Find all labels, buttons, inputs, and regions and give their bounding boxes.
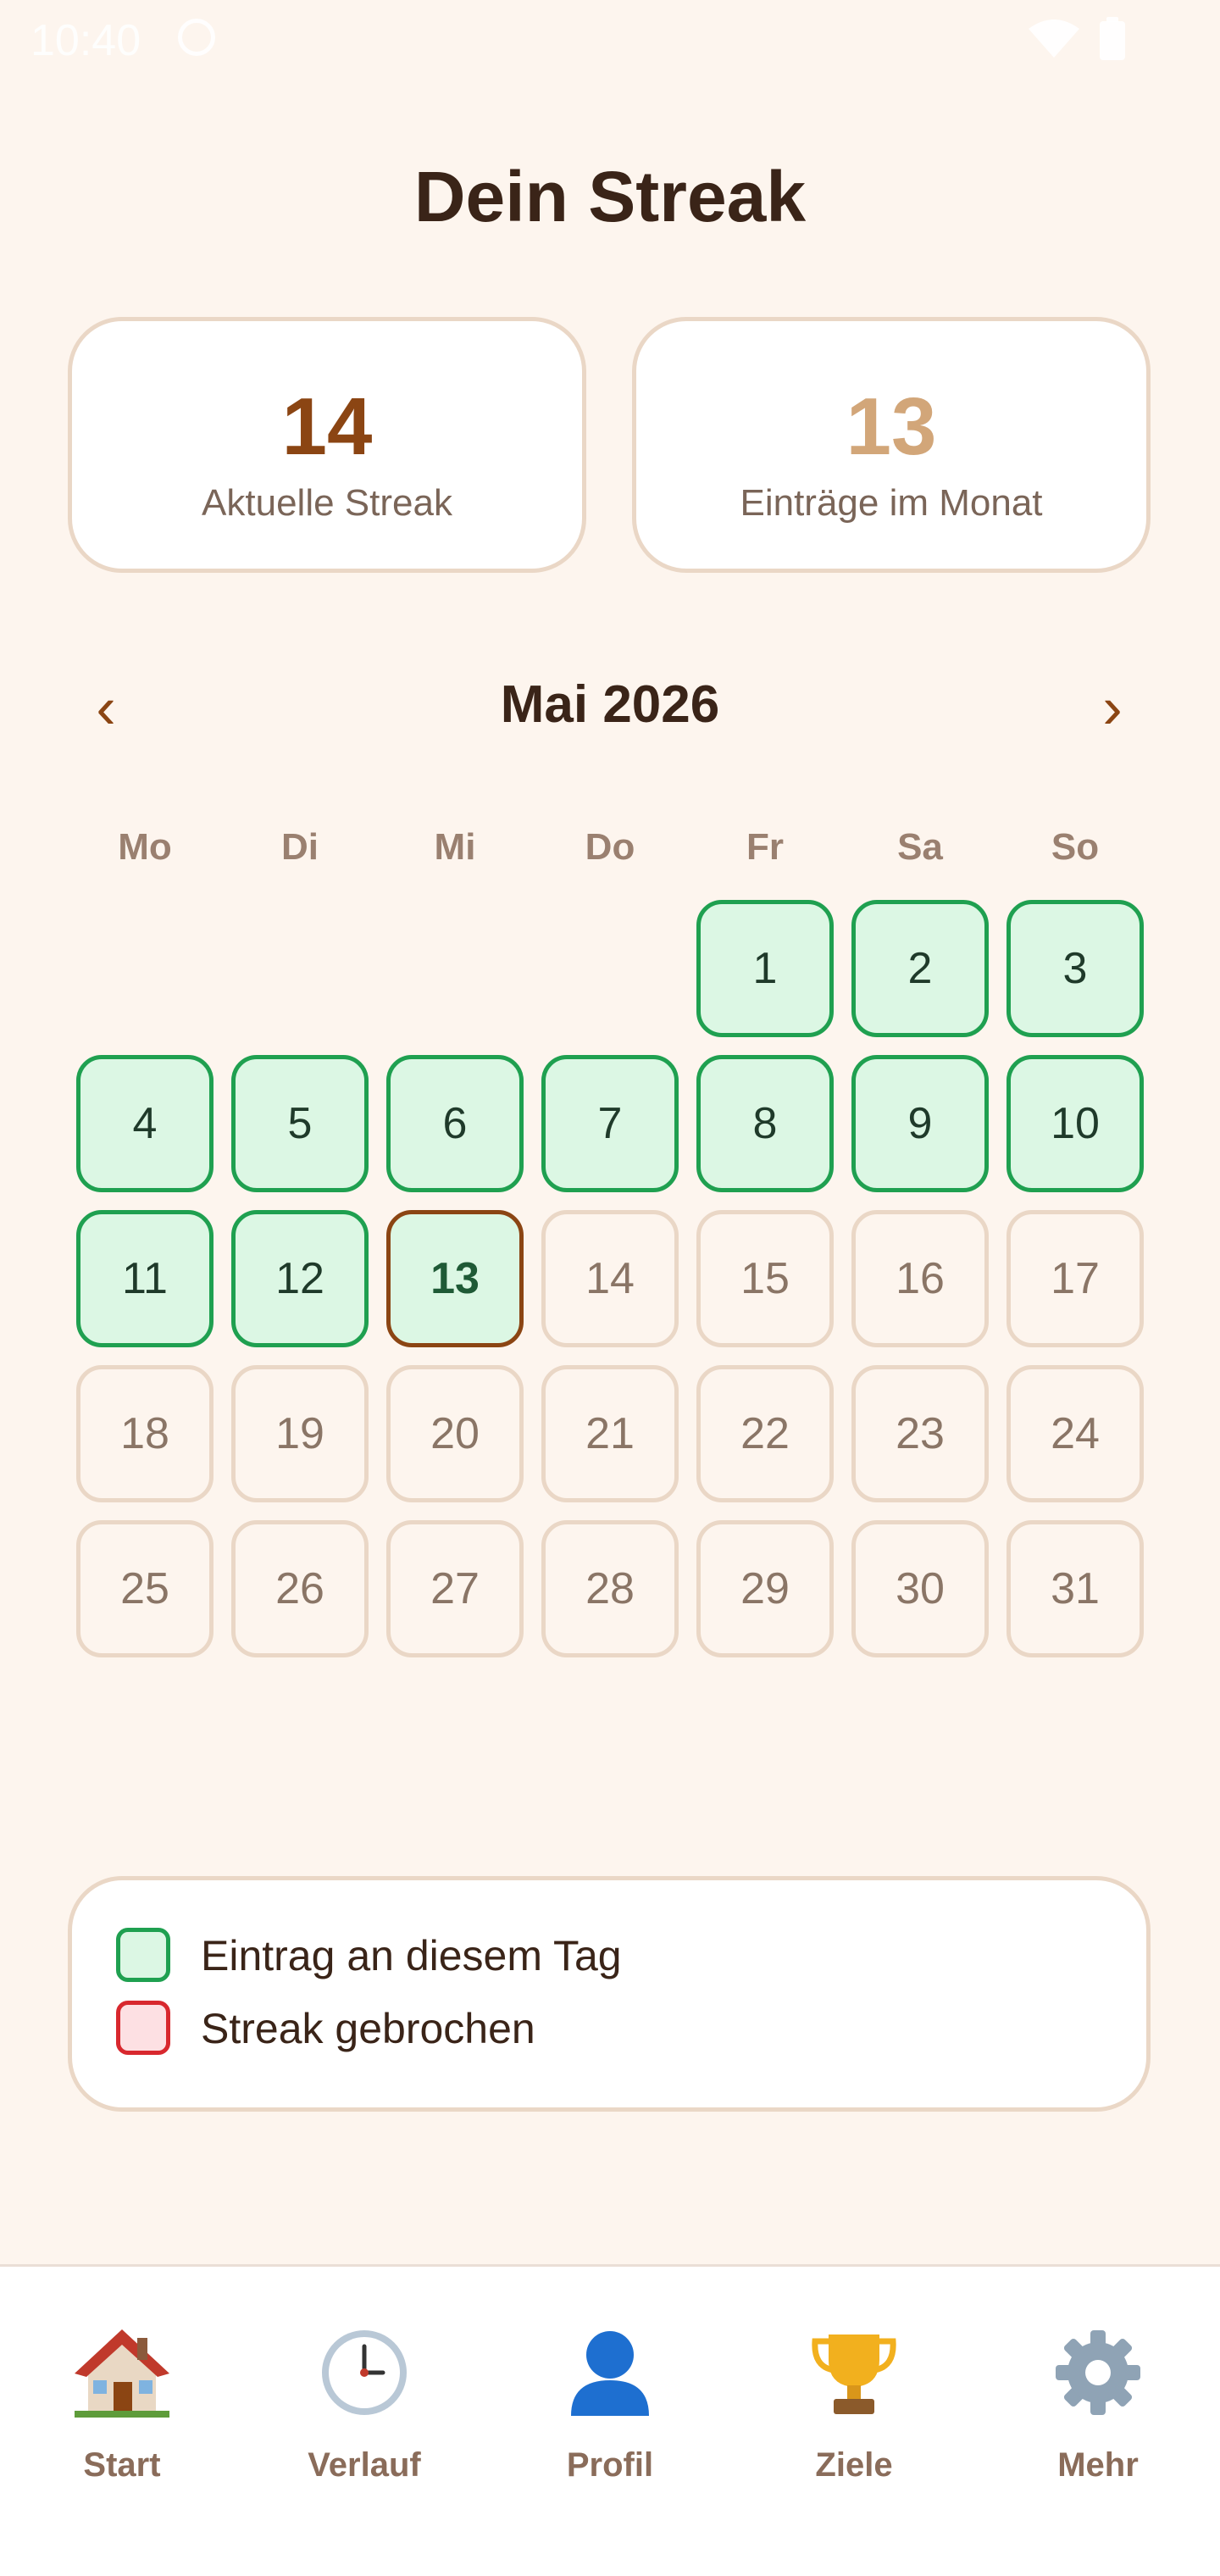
nav-label: Profil	[566, 2446, 654, 2484]
calendar-day[interactable]: 5	[231, 1055, 369, 1192]
current-streak-value: 14	[281, 381, 373, 472]
house-icon	[75, 2329, 169, 2418]
nav-item-mehr[interactable]: Mehr	[1005, 2326, 1191, 2512]
entries-month-value: 13	[846, 381, 937, 472]
weekday-label: Mo	[118, 826, 172, 868]
calendar-day[interactable]: 2	[851, 900, 989, 1037]
weekday-label: Sa	[897, 826, 943, 868]
weekday-label: Do	[585, 826, 635, 868]
calendar-day[interactable]: 10	[1006, 1055, 1144, 1192]
current-streak-label: Aktuelle Streak	[202, 482, 452, 524]
nav-label: Mehr	[1057, 2446, 1139, 2484]
calendar-day[interactable]: 31	[1006, 1520, 1144, 1657]
current-streak-card: 14 Aktuelle Streak	[68, 317, 586, 573]
calendar-day[interactable]: 1	[696, 900, 834, 1037]
gear-icon	[1056, 2330, 1140, 2415]
legend-broken-label: Streak gebrochen	[201, 2005, 535, 2052]
calendar-day[interactable]: 27	[386, 1520, 524, 1657]
calendar-day[interactable]: 24	[1006, 1365, 1144, 1502]
legend-entry-swatch	[116, 1928, 170, 1982]
notification-icon	[178, 19, 215, 56]
calendar-day[interactable]: 11	[76, 1210, 214, 1347]
battery-icon	[1100, 17, 1125, 60]
calendar-day[interactable]: 19	[231, 1365, 369, 1502]
wifi-icon	[1029, 19, 1079, 58]
calendar-day[interactable]: 20	[386, 1365, 524, 1502]
calendar-day[interactable]: 6	[386, 1055, 524, 1192]
calendar-day[interactable]: 23	[851, 1365, 989, 1502]
nav-item-ziele[interactable]: Ziele	[761, 2326, 947, 2512]
weekday-header: Mo Di Mi Do Fr Sa So	[0, 826, 1220, 877]
calendar-day[interactable]: 30	[851, 1520, 989, 1657]
user-icon	[571, 2331, 649, 2416]
calendar-day[interactable]: 3	[1006, 900, 1144, 1037]
calendar-day[interactable]: 17	[1006, 1210, 1144, 1347]
calendar-day[interactable]: 16	[851, 1210, 989, 1347]
page-title: Dein Streak	[413, 157, 807, 236]
calendar-day[interactable]: 9	[851, 1055, 989, 1192]
calendar-day[interactable]: 12	[231, 1210, 369, 1347]
legend-broken-swatch	[116, 2001, 170, 2055]
next-month-button[interactable]: ›	[1074, 669, 1151, 746]
calendar-day[interactable]: 25	[76, 1520, 214, 1657]
calendar-day[interactable]: 14	[541, 1210, 679, 1347]
trophy-icon	[812, 2334, 896, 2414]
weekday-label: Mi	[434, 826, 476, 868]
clock-icon	[322, 2330, 407, 2415]
nav-item-profil[interactable]: Profil	[517, 2326, 703, 2512]
weekday-label: Di	[281, 826, 319, 868]
nav-item-verlauf[interactable]: Verlauf	[271, 2326, 458, 2512]
status-bar: 10:40	[0, 0, 1220, 81]
status-time: 10:40	[30, 16, 141, 65]
calendar-day[interactable]: 26	[231, 1520, 369, 1657]
nav-label: Ziele	[815, 2446, 893, 2484]
calendar-day[interactable]: 18	[76, 1365, 214, 1502]
weekday-label: Fr	[746, 826, 784, 868]
month-navigation: ‹ Mai 2026 ›	[0, 669, 1220, 746]
legend-entry-label: Eintrag an diesem Tag	[201, 1932, 622, 1979]
calendar-day[interactable]: 15	[696, 1210, 834, 1347]
weekday-label: So	[1051, 826, 1100, 868]
calendar-day[interactable]: 21	[541, 1365, 679, 1502]
nav-label: Verlauf	[308, 2446, 421, 2484]
calendar-day[interactable]: 28	[541, 1520, 679, 1657]
month-title: Mai 2026	[500, 675, 720, 734]
entries-month-label: Einträge im Monat	[740, 482, 1043, 524]
calendar-day[interactable]: 7	[541, 1055, 679, 1192]
entries-month-card: 13 Einträge im Monat	[632, 317, 1151, 573]
nav-item-start[interactable]: Start	[29, 2326, 215, 2512]
nav-label: Start	[83, 2446, 161, 2484]
legend-card: Eintrag an diesem Tag Streak gebrochen	[68, 1876, 1151, 2112]
calendar-day[interactable]: 22	[696, 1365, 834, 1502]
calendar-day[interactable]: 8	[696, 1055, 834, 1192]
calendar-day-today[interactable]: 13	[386, 1210, 524, 1347]
bottom-navigation: Start Verlauf Profil Ziele Mehr	[0, 2264, 1220, 2576]
calendar-day[interactable]: 4	[76, 1055, 214, 1192]
calendar-day[interactable]: 29	[696, 1520, 834, 1657]
